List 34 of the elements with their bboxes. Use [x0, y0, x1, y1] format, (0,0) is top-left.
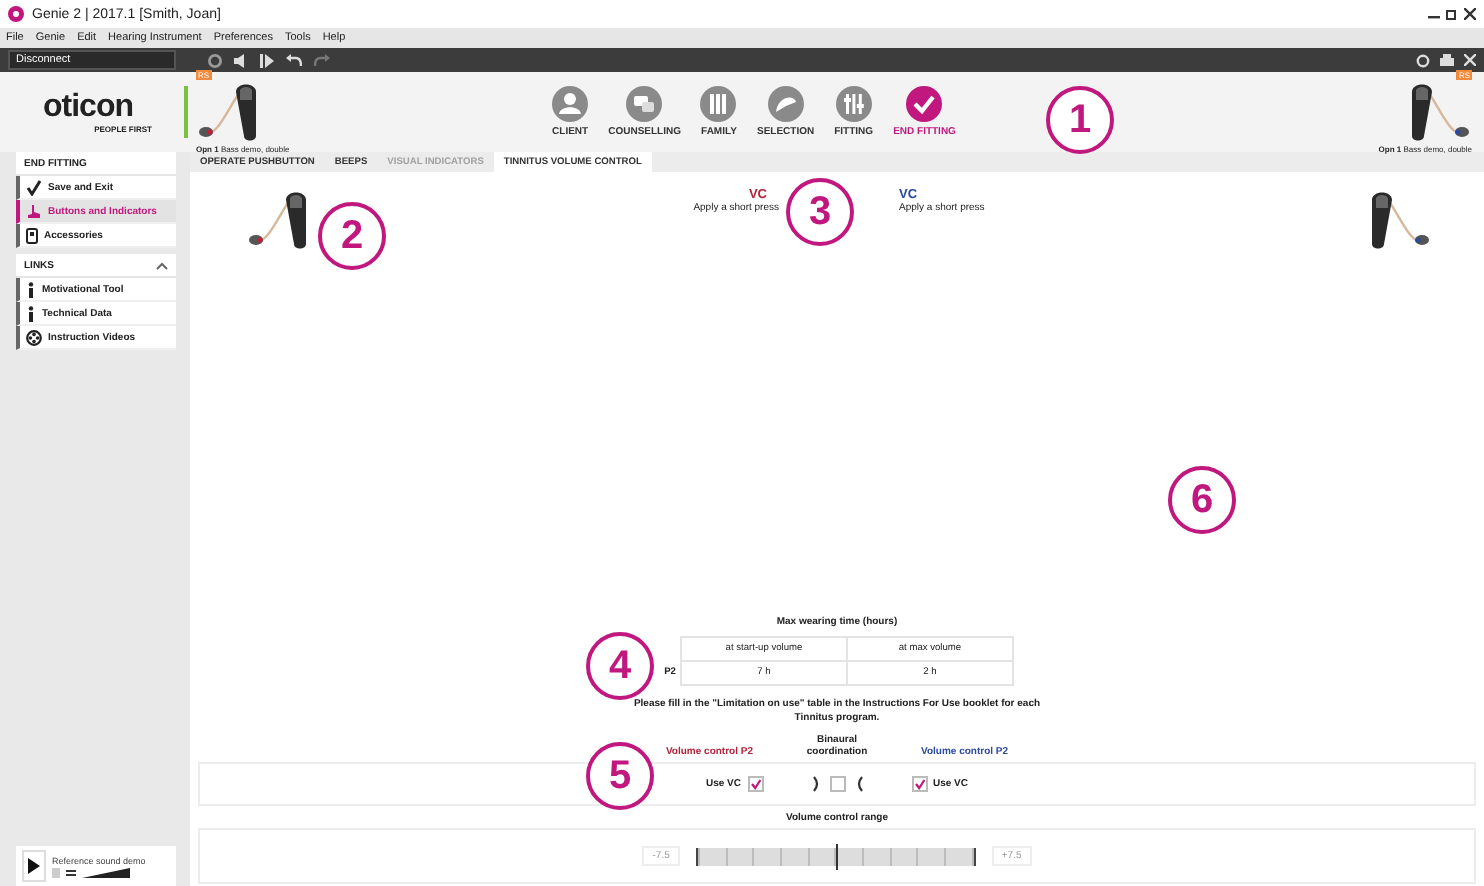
left-bracket-icon [853, 776, 863, 792]
app-logo-icon [8, 6, 24, 22]
check-icon [26, 179, 42, 195]
collapse-caret-icon[interactable] [156, 261, 168, 269]
print-icon[interactable] [1440, 53, 1454, 67]
chat-icon [626, 86, 663, 122]
callout-number: 6 [1168, 466, 1236, 534]
remote-icon [26, 227, 38, 243]
checkbox[interactable] [829, 776, 845, 792]
sliders-icon [835, 86, 872, 122]
play-button[interactable] [22, 850, 46, 882]
right-bracket-icon [811, 776, 821, 792]
film-reel-icon [26, 329, 42, 345]
check-icon [906, 86, 943, 122]
checkbox[interactable] [747, 776, 763, 792]
play-icon[interactable] [260, 53, 274, 67]
play-icon [28, 858, 40, 874]
callout-number: 2 [318, 202, 386, 270]
info-icon [26, 281, 36, 297]
close-icon[interactable] [1464, 8, 1476, 20]
person-icon [552, 86, 589, 122]
speaker-icon[interactable] [234, 53, 248, 67]
hand-icon [26, 203, 42, 219]
callout-number: 4 [586, 632, 654, 700]
callout-number: 3 [786, 178, 854, 246]
restore-icon[interactable] [1446, 8, 1458, 20]
callout-number: 5 [586, 742, 654, 810]
range-slider[interactable] [695, 847, 976, 865]
info-icon [26, 305, 36, 321]
bars-icon [700, 86, 737, 122]
volume-ramp-icon[interactable] [82, 867, 130, 877]
undo-icon[interactable] [286, 53, 302, 67]
redo-icon[interactable] [314, 53, 330, 67]
checkbox[interactable] [911, 776, 927, 792]
